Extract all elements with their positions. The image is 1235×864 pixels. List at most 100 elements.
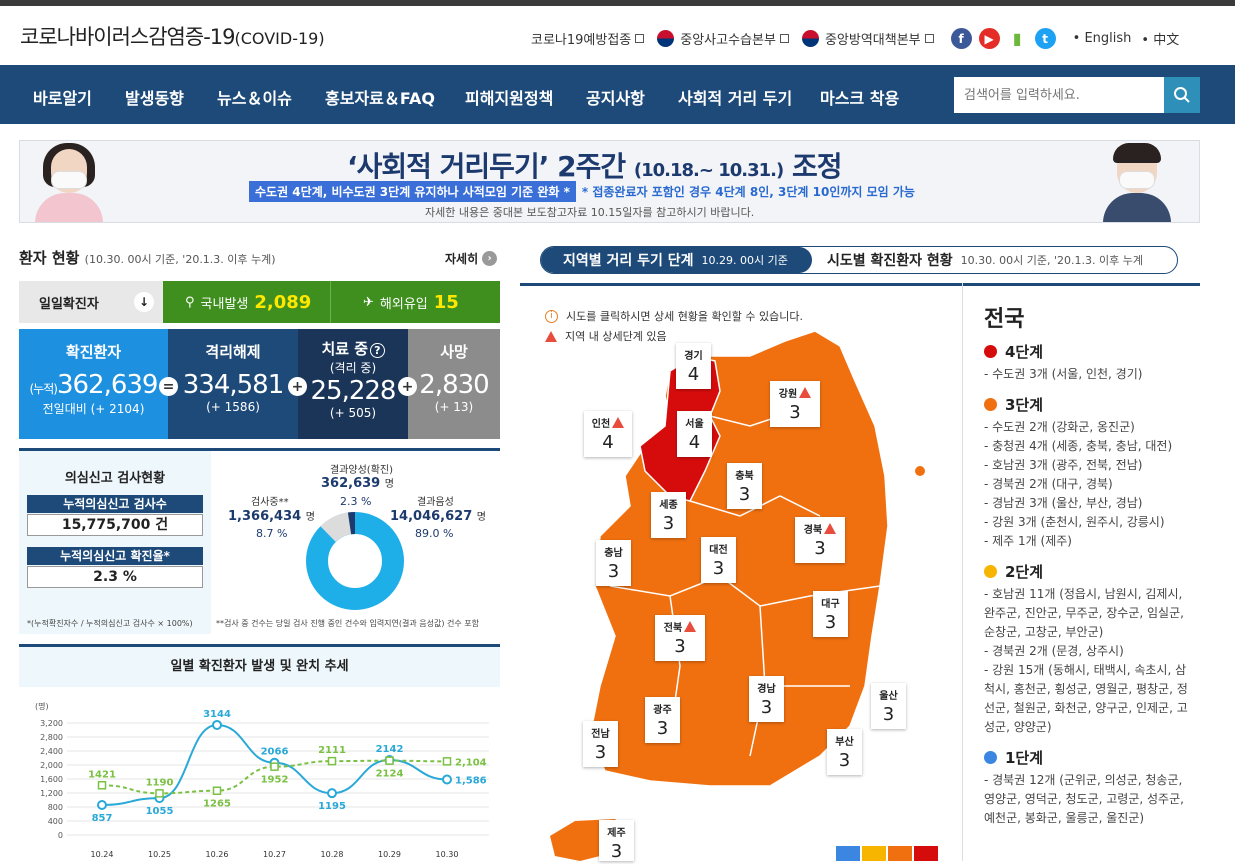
treat-value: 25,228 bbox=[298, 376, 408, 406]
region-name: 경북 bbox=[804, 521, 822, 536]
search-button[interactable] bbox=[1164, 77, 1200, 113]
region-gangwon[interactable]: 강원3 bbox=[770, 381, 820, 427]
site-logo[interactable]: 코로나바이러스감염증-19(COVID-19) bbox=[20, 21, 325, 51]
region-incheon[interactable]: 인천4 bbox=[584, 411, 632, 457]
region-gyeongnam[interactable]: 경남3 bbox=[749, 676, 784, 722]
daily-label: 일일확진자↓ bbox=[19, 281, 163, 323]
region-level: 4 bbox=[584, 432, 632, 453]
lang-english[interactable]: • English bbox=[1073, 31, 1132, 46]
region-name: 세종 bbox=[651, 496, 686, 511]
data-label: 1421 bbox=[88, 769, 116, 780]
death-value: 2,830 bbox=[408, 370, 500, 400]
region-gyeonggi[interactable]: 경기4 bbox=[676, 343, 711, 389]
tab-distancing-level[interactable]: 지역별 거리 두기 단계10.29. 00시 기준 bbox=[541, 247, 812, 273]
region-gwangju[interactable]: 광주3 bbox=[645, 697, 680, 743]
level4-dot-icon bbox=[984, 345, 997, 358]
link-cdhq[interactable]: 중앙방역대책본부 bbox=[802, 29, 934, 48]
nav-item-about[interactable]: 바로알기 bbox=[33, 85, 92, 109]
region-gyeongbuk[interactable]: 경북3 bbox=[795, 517, 845, 563]
region-daejeon[interactable]: 대전3 bbox=[701, 537, 736, 583]
series-point bbox=[271, 763, 278, 770]
region-ulsan[interactable]: 울산3 bbox=[871, 683, 906, 729]
released-diff: (+ 1586) bbox=[168, 400, 298, 414]
new-window-icon bbox=[635, 34, 644, 43]
series-point bbox=[444, 758, 451, 765]
header: 코로나바이러스감염증-19(COVID-19) 코로나19예방접종 중앙사고수습… bbox=[0, 6, 1235, 65]
y-tick-label: 2,000 bbox=[40, 761, 63, 770]
link-cdscc[interactable]: 중앙사고수습본부 bbox=[657, 29, 789, 48]
confirmed-card: 확진환자 (누적)362,639 전일대비 (+ 2104) bbox=[19, 329, 168, 439]
region-name: 충북 bbox=[727, 467, 762, 482]
region-sejong[interactable]: 세종3 bbox=[651, 492, 686, 538]
patients-title-text: 환자 현황 bbox=[19, 249, 79, 267]
legend-level2 bbox=[862, 846, 886, 861]
region-daegu[interactable]: 대구3 bbox=[813, 591, 848, 637]
banner-sub: 수도권 4단계, 비수도권 3단계 유지하나 사적모임 기준 완화 ** 접종완… bbox=[249, 181, 915, 202]
nav-item-distancing[interactable]: 사회적 거리 두기 bbox=[678, 85, 792, 109]
region-level: 3 bbox=[645, 718, 680, 739]
positive-rate-label: 누적의심신고 확진율* bbox=[27, 547, 203, 565]
level-color-legend bbox=[836, 846, 940, 861]
level1-label: 1단계 bbox=[1005, 747, 1043, 768]
patients-title: 환자 현황 (10.30. 00시 기준, '20.1.3. 이후 누계) bbox=[19, 247, 276, 268]
region-chungnam[interactable]: 충남3 bbox=[596, 540, 631, 586]
sns-links: f ▶ ▮ t bbox=[951, 28, 1063, 49]
region-seoul[interactable]: 서울4 bbox=[677, 411, 712, 457]
testing-footnote: **검사 중 건수는 당일 검사 진행 중인 건수와 입력지연(결과 음성값) … bbox=[216, 618, 479, 629]
domestic-label: 국내발생 bbox=[201, 293, 249, 312]
y-tick-label: 3,200 bbox=[40, 719, 63, 728]
nav-item-news[interactable]: 뉴스＆이슈 bbox=[217, 85, 292, 109]
distancing-banner[interactable]: ‘사회적 거리두기’ 2주간 (10.18.~ 10.31.) 조정 수도권 4… bbox=[19, 140, 1200, 223]
data-label: 1195 bbox=[318, 801, 346, 812]
data-label: 1265 bbox=[203, 799, 231, 810]
region-jeonnam[interactable]: 전남3 bbox=[583, 721, 618, 767]
tab2-sub: 10.30. 00시 기준, '20.1.3. 이후 누계 bbox=[961, 252, 1143, 268]
lang-chinese[interactable]: • 中文 bbox=[1141, 29, 1179, 48]
nav-item-faq[interactable]: 홍보자료＆FAQ bbox=[325, 85, 435, 109]
link-vaccination[interactable]: 코로나19예방접종 bbox=[531, 29, 644, 48]
testing-value: 1,366,434 bbox=[228, 509, 301, 524]
trend-chart-box: 일별 확진환자 발생 및 완치 추세 (명)04008001,2001,6002… bbox=[19, 644, 500, 861]
facebook-icon[interactable]: f bbox=[951, 28, 972, 49]
help-icon[interactable]: ? bbox=[370, 343, 384, 358]
blog-icon[interactable]: ▮ bbox=[1007, 28, 1028, 49]
search-input[interactable] bbox=[954, 77, 1164, 113]
equals-icon: = bbox=[159, 377, 178, 396]
map-region-ulleung[interactable] bbox=[915, 466, 925, 476]
level4-label: 4단계 bbox=[1005, 341, 1043, 362]
more-link[interactable]: 자세히› bbox=[445, 250, 497, 267]
positive-rate-value: 2.3 % bbox=[27, 566, 203, 588]
region-level: 4 bbox=[676, 364, 711, 385]
positive-value: 362,639 bbox=[321, 476, 380, 491]
youtube-icon[interactable]: ▶ bbox=[979, 28, 1000, 49]
y-tick-label: 800 bbox=[48, 803, 63, 812]
data-label: 2066 bbox=[261, 747, 289, 758]
series-point bbox=[156, 790, 163, 797]
legend-level4 bbox=[914, 846, 938, 861]
level2-desc: - 호남권 11개 (정읍시, 남원시, 김제시, 완주군, 진안군, 무주군,… bbox=[984, 585, 1189, 737]
testing-pct: 8.7 % bbox=[256, 527, 287, 540]
link-label: 중앙사고수습본부 bbox=[680, 29, 776, 48]
region-jeju[interactable]: 제주3 bbox=[599, 820, 634, 861]
region-jeonbuk[interactable]: 전북3 bbox=[655, 615, 705, 661]
region-name: 전북 bbox=[664, 619, 682, 634]
tab-regional-cases[interactable]: 시도별 확진환자 현황10.30. 00시 기준, '20.1.3. 이후 누계 bbox=[827, 247, 1143, 273]
x-tick-label: 10.27 bbox=[263, 850, 286, 859]
daily-label-text: 일일확진자 bbox=[39, 293, 99, 312]
region-chungbuk[interactable]: 충북3 bbox=[727, 463, 762, 509]
summary-title: 전국 bbox=[984, 301, 1024, 333]
nav-item-trend[interactable]: 발생동향 bbox=[125, 85, 184, 109]
x-tick-label: 10.28 bbox=[321, 850, 344, 859]
warning-icon bbox=[799, 387, 811, 398]
nav-item-notice[interactable]: 공지사항 bbox=[586, 85, 645, 109]
taegeuk-icon bbox=[657, 30, 674, 47]
region-level: 3 bbox=[596, 561, 631, 582]
nav-item-support[interactable]: 피해지원정책 bbox=[465, 85, 553, 109]
region-busan[interactable]: 부산3 bbox=[827, 729, 862, 775]
warning-icon bbox=[824, 523, 836, 534]
data-label: 3144 bbox=[203, 709, 231, 720]
link-label: 중앙방역대책본부 bbox=[825, 29, 921, 48]
twitter-icon[interactable]: t bbox=[1035, 28, 1056, 49]
korea-map bbox=[520, 286, 960, 861]
nav-item-mask[interactable]: 마스크 착용 bbox=[820, 85, 899, 109]
